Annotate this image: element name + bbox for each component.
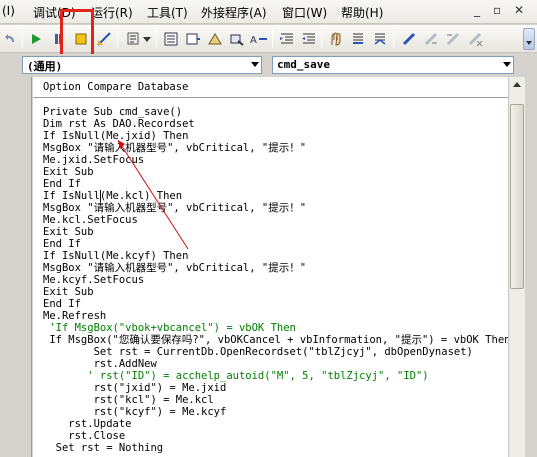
menu-addins[interactable]: 外接程序(A): [201, 4, 267, 21]
toolbar-separator: [117, 30, 118, 48]
list-constants-icon[interactable]: [184, 30, 202, 48]
outdent-icon[interactable]: [300, 30, 318, 48]
code-line: Set rst = CurrentDb.OpenRecordset("tblZj…: [43, 346, 473, 358]
menu-help[interactable]: 帮助(H): [341, 4, 383, 21]
code-line: End If: [43, 178, 81, 190]
procedure-dropdown[interactable]: cmd_save: [272, 56, 514, 74]
menu-window[interactable]: 窗口(W): [282, 4, 327, 21]
svg-text:A: A: [250, 35, 257, 46]
code-window: Option Compare Database Private Sub cmd_…: [0, 77, 537, 457]
procedure-dropdown-value: cmd_save: [277, 58, 330, 71]
toolbar-separator: [156, 30, 157, 48]
code-line: Exit Sub: [43, 166, 94, 178]
object-dropdown[interactable]: (通用): [22, 56, 262, 74]
code-line: Exit Sub: [43, 226, 94, 238]
menu-bar: (I) 调试(D) 运行(R) 工具(T) 外接程序(A) 窗口(W) 帮助(H…: [0, 0, 537, 24]
vertical-scrollbar[interactable]: [508, 77, 525, 457]
toggle-bookmark-icon[interactable]: [400, 30, 418, 48]
code-line: End If: [43, 298, 81, 310]
dropdown-chevron-icon[interactable]: [142, 30, 152, 48]
chevron-down-icon: [503, 62, 511, 67]
code-line: Private Sub cmd_save(): [43, 106, 183, 118]
code-line: MsgBox "请输入机器型号", vbCritical, "提示！": [43, 262, 307, 274]
toolbar-separator: [393, 30, 394, 48]
parameter-info-icon[interactable]: [228, 30, 246, 48]
text-cursor: [100, 190, 101, 202]
previous-bookmark-icon[interactable]: [444, 30, 462, 48]
project-explorer-icon[interactable]: [124, 30, 142, 48]
code-line: rst("jxid") = Me.jxid: [43, 382, 227, 394]
code-line: If IsNull(Me.kcl) Then: [43, 190, 183, 202]
code-line: Dim rst As DAO.Recordset: [43, 118, 195, 130]
comment-block-icon[interactable]: [349, 30, 367, 48]
toolbar-separator: [22, 30, 23, 48]
indent-icon[interactable]: [278, 30, 296, 48]
code-line: Me.Refresh: [43, 310, 107, 322]
code-line: rst.Update: [43, 418, 132, 430]
clear-bookmarks-icon[interactable]: [466, 30, 484, 48]
code-line: If IsNull(Me.kcyf) Then: [43, 250, 189, 262]
code-line: End If: [43, 238, 81, 250]
code-line: Set rst = Nothing: [43, 442, 164, 454]
restore-button[interactable]: ▫: [493, 3, 501, 17]
code-line: MsgBox "请输入机器型号", vbCritical, "提示！": [43, 202, 307, 214]
menu-tools[interactable]: 工具(T): [147, 4, 188, 21]
code-line: rst("kcyf") = Me.kcyf: [43, 406, 227, 418]
code-line: ' rst("ID") = acchelp_autoid("M", 5, "tb…: [43, 370, 429, 382]
code-editor[interactable]: Option Compare Database Private Sub cmd_…: [33, 77, 508, 457]
reset-icon[interactable]: [72, 30, 90, 48]
scrollbar-thumb[interactable]: [510, 104, 524, 289]
code-line: If IsNull(Me.jxid) Then: [43, 130, 189, 142]
code-line: rst.Close: [43, 430, 126, 442]
list-properties-icon[interactable]: [162, 30, 180, 48]
toggle-breakpoint-icon[interactable]: [327, 30, 345, 48]
chevron-down-icon: [251, 62, 259, 67]
margin-indicator-bar[interactable]: [8, 77, 32, 457]
close-button[interactable]: ✕: [514, 3, 524, 17]
code-line: Me.kcyf.SetFocus: [43, 274, 145, 286]
menu-run[interactable]: 运行(R): [91, 4, 133, 21]
complete-word-icon[interactable]: A: [250, 30, 268, 48]
code-line-header: Option Compare Database: [43, 81, 189, 93]
code-line: MsgBox "请输入机器型号", vbCritical, "提示！": [43, 142, 307, 154]
code-line: If MsgBox("您确认要保存吗?", vbOKCancel + vbInf…: [43, 334, 508, 346]
toolbar-separator: [272, 30, 273, 48]
code-line: 'If MsgBox("vbok+vbcancel") = vbOK Then: [43, 322, 296, 334]
window-right-edge: [525, 77, 537, 457]
procedure-combo-row: (通用) cmd_save: [0, 54, 537, 76]
toolbar: A: [0, 25, 537, 53]
minimize-button[interactable]: _: [474, 3, 480, 17]
code-line: rst.AddNew: [43, 358, 157, 370]
scroll-up-icon[interactable]: [510, 78, 524, 92]
object-dropdown-value: (通用): [27, 60, 63, 73]
menu-debug[interactable]: 调试(D): [33, 4, 76, 21]
quick-info-icon[interactable]: [206, 30, 224, 48]
break-icon[interactable]: [49, 30, 67, 48]
uncomment-block-icon[interactable]: [371, 30, 389, 48]
code-line: Me.kcl.SetFocus: [43, 214, 138, 226]
code-line: Exit Sub: [43, 286, 94, 298]
undo-icon[interactable]: [2, 30, 20, 48]
design-mode-icon[interactable]: [95, 30, 113, 48]
toolbar-separator: [321, 30, 322, 48]
next-bookmark-icon[interactable]: [422, 30, 440, 48]
toolbar-overflow-button[interactable]: [523, 28, 535, 50]
menu-partial-item[interactable]: (I): [2, 4, 15, 18]
code-line: Me.jxid.SetFocus: [43, 154, 145, 166]
code-line: rst("kcl") = Me.kcl: [43, 394, 214, 406]
run-icon[interactable]: [27, 30, 45, 48]
procedure-divider: [33, 97, 508, 98]
